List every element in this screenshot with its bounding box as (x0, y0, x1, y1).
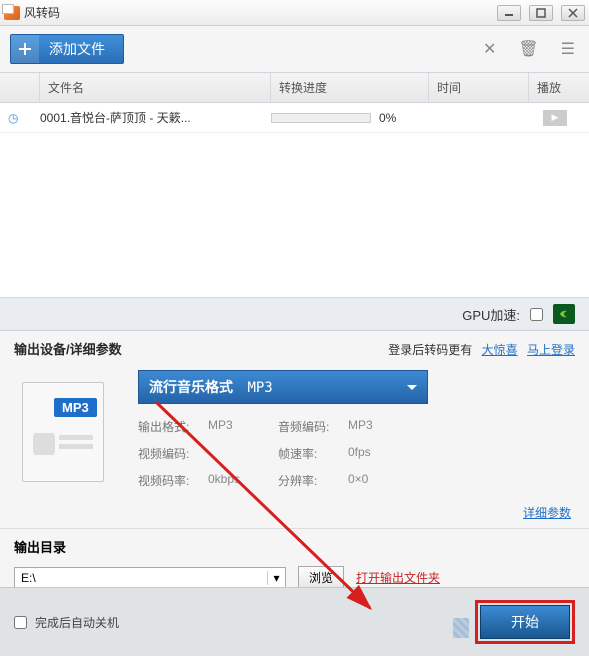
play-button[interactable]: ▶ (543, 110, 567, 126)
trash-icon[interactable]: 🗑 (518, 39, 538, 59)
login-link[interactable]: 马上登录 (527, 343, 575, 357)
artifact (453, 618, 469, 638)
file-list: ◷ 0001.音悦台-萨顶顶 - 天簌... 0% ▶ (0, 103, 589, 298)
kv-vcodec-k: 视频编码: (138, 445, 208, 462)
table-row[interactable]: ◷ 0001.音悦台-萨顶顶 - 天簌... 0% ▶ (0, 103, 589, 133)
col-play[interactable]: 播放 (529, 73, 589, 102)
app-icon (4, 6, 20, 20)
nvidia-icon (553, 304, 575, 324)
kv-out-fmt-v: MP3 (208, 418, 278, 435)
params-title: 输出设备/详细参数 (14, 339, 122, 358)
kv-vbit-k: 视频码率: (138, 472, 208, 489)
gpu-label: GPU加速: (462, 305, 520, 324)
kv-fps-k: 帧速率: (278, 445, 348, 462)
detail-params-link[interactable]: 详细参数 (523, 506, 571, 520)
add-file-button[interactable]: 添加文件 (10, 34, 124, 64)
progress-text: 0% (379, 111, 396, 125)
file-name-cell: 0001.音悦台-萨顶顶 - 天簌... (40, 109, 271, 126)
format-select-main: 流行音乐格式 (149, 379, 233, 395)
add-file-label: 添加文件 (39, 39, 123, 59)
outdir-title: 输出目录 (0, 528, 589, 560)
chevron-down-icon (407, 385, 417, 395)
kv-audio-k: 音频编码: (278, 418, 348, 435)
output-path-input[interactable] (15, 571, 267, 585)
progress-bar (271, 113, 371, 123)
surprise-link[interactable]: 大惊喜 (482, 343, 518, 357)
format-tag: MP3 (54, 398, 97, 417)
kv-out-fmt-k: 输出格式: (138, 418, 208, 435)
browse-button[interactable]: 浏览 (298, 566, 344, 589)
minimize-button[interactable] (497, 5, 521, 21)
shutdown-label: 完成后自动关机 (35, 614, 119, 631)
close-button[interactable] (561, 5, 585, 21)
maximize-button[interactable] (529, 5, 553, 21)
menu-icon[interactable]: ☰ (561, 39, 575, 59)
col-progress[interactable]: 转换进度 (271, 73, 429, 102)
window-title: 风转码 (24, 4, 60, 21)
open-output-folder-link[interactable]: 打开输出文件夹 (356, 569, 440, 586)
output-path-combo[interactable]: ▾ (14, 567, 286, 589)
login-hint: 登录后转码更有 (388, 343, 472, 357)
kv-vbit-v: 0kbps (208, 472, 278, 489)
kv-res-v: 0×0 (348, 472, 408, 489)
format-preview-icon: MP3 (14, 370, 122, 490)
format-select[interactable]: 流行音乐格式 MP3 (138, 370, 428, 404)
col-filename[interactable]: 文件名 (40, 73, 271, 102)
plus-icon (11, 35, 39, 63)
kv-res-k: 分辨率: (278, 472, 348, 489)
clock-icon: ◷ (8, 111, 40, 125)
col-time[interactable]: 时间 (429, 73, 529, 102)
kv-vcodec-v (208, 445, 278, 462)
chevron-down-icon[interactable]: ▾ (267, 571, 285, 585)
annotation-highlight-box: 开始 (475, 600, 575, 644)
start-button[interactable]: 开始 (480, 605, 570, 639)
kv-fps-v: 0fps (348, 445, 408, 462)
col-icon (0, 73, 40, 102)
gpu-checkbox[interactable] (530, 308, 543, 321)
format-select-sub: MP3 (247, 380, 272, 396)
kv-audio-v: MP3 (348, 418, 408, 435)
shutdown-checkbox[interactable] (14, 616, 27, 629)
remove-icon[interactable]: ✕ (483, 39, 496, 59)
